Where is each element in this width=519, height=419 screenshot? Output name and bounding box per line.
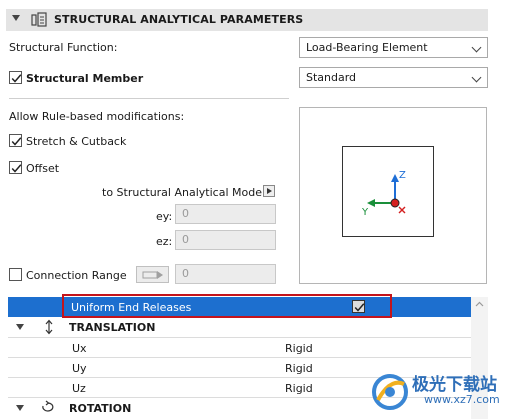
row-name: Uy xyxy=(72,362,87,375)
ez-label: ez: xyxy=(156,235,173,248)
stretch-cutback-label: Stretch & Cutback xyxy=(26,135,127,148)
row-name: Ux xyxy=(72,342,87,355)
structural-member-value: Standard xyxy=(306,71,357,84)
connection-range-label: Connection Range xyxy=(26,269,127,282)
connection-range-checkbox[interactable] xyxy=(9,268,22,281)
divider xyxy=(9,98,289,99)
y-axis-label: Y xyxy=(362,207,369,218)
structural-panel-icon xyxy=(31,12,47,27)
structural-function-select[interactable]: Load-Bearing Element xyxy=(299,37,488,58)
chevron-up-icon[interactable] xyxy=(475,301,484,307)
structural-member-checkbox[interactable] xyxy=(9,71,22,84)
checkmark-icon xyxy=(11,137,22,146)
preview-frame: Z Y xyxy=(342,146,434,237)
structural-function-label: Structural Function: xyxy=(9,41,118,54)
watermark-logo-icon xyxy=(372,374,408,410)
to-model-label: to Structural Analytical Model xyxy=(102,186,266,199)
rotation-group-label: ROTATION xyxy=(69,402,132,415)
axis-preview: Z Y xyxy=(299,107,487,284)
z-axis-label: Z xyxy=(399,170,406,181)
to-model-button[interactable] xyxy=(263,185,275,197)
highlight-box xyxy=(62,294,392,318)
watermark-title: 极光下载站 xyxy=(412,375,497,395)
translation-group-row[interactable]: TRANSLATION xyxy=(8,317,471,337)
row-value: Rigid xyxy=(285,342,313,355)
row-value: Rigid xyxy=(285,382,313,395)
table-row[interactable]: Ux Rigid xyxy=(8,337,471,357)
expand-triangle-icon[interactable] xyxy=(16,405,24,411)
watermark: 极光下载站 www.xz7.com xyxy=(370,368,515,416)
ey-input[interactable]: 0 xyxy=(175,204,276,224)
vertical-arrows-icon xyxy=(45,319,53,335)
play-icon xyxy=(267,188,272,194)
connection-range-input[interactable]: 0 xyxy=(175,264,276,284)
connection-range-mode-button[interactable] xyxy=(136,266,169,283)
offset-label: Offset xyxy=(26,162,60,175)
expand-triangle-icon[interactable] xyxy=(16,324,24,330)
rule-based-label: Allow Rule-based modifications: xyxy=(9,110,185,123)
watermark-url: www.xz7.com xyxy=(424,393,500,406)
panel-header[interactable]: STRUCTURAL ANALYTICAL PARAMETERS xyxy=(6,9,488,31)
ey-label: ey: xyxy=(156,210,173,223)
panel-title: STRUCTURAL ANALYTICAL PARAMETERS xyxy=(54,13,304,26)
checkmark-icon xyxy=(11,164,22,173)
collapse-triangle-icon[interactable] xyxy=(12,15,20,21)
chevron-down-icon xyxy=(471,42,482,53)
stretch-cutback-checkbox[interactable] xyxy=(9,134,22,147)
structural-member-select[interactable]: Standard xyxy=(299,67,488,88)
ez-input[interactable]: 0 xyxy=(175,230,276,250)
arrow-right-icon xyxy=(142,271,163,279)
rotation-icon xyxy=(42,400,54,412)
offset-checkbox[interactable] xyxy=(9,161,22,174)
translation-group-label: TRANSLATION xyxy=(69,321,156,334)
structural-function-value: Load-Bearing Element xyxy=(306,41,428,54)
row-name: Uz xyxy=(72,382,86,395)
checkmark-icon xyxy=(11,74,22,83)
chevron-down-icon xyxy=(471,72,482,83)
row-value: Rigid xyxy=(285,362,313,375)
structural-member-label: Structural Member xyxy=(26,72,144,85)
